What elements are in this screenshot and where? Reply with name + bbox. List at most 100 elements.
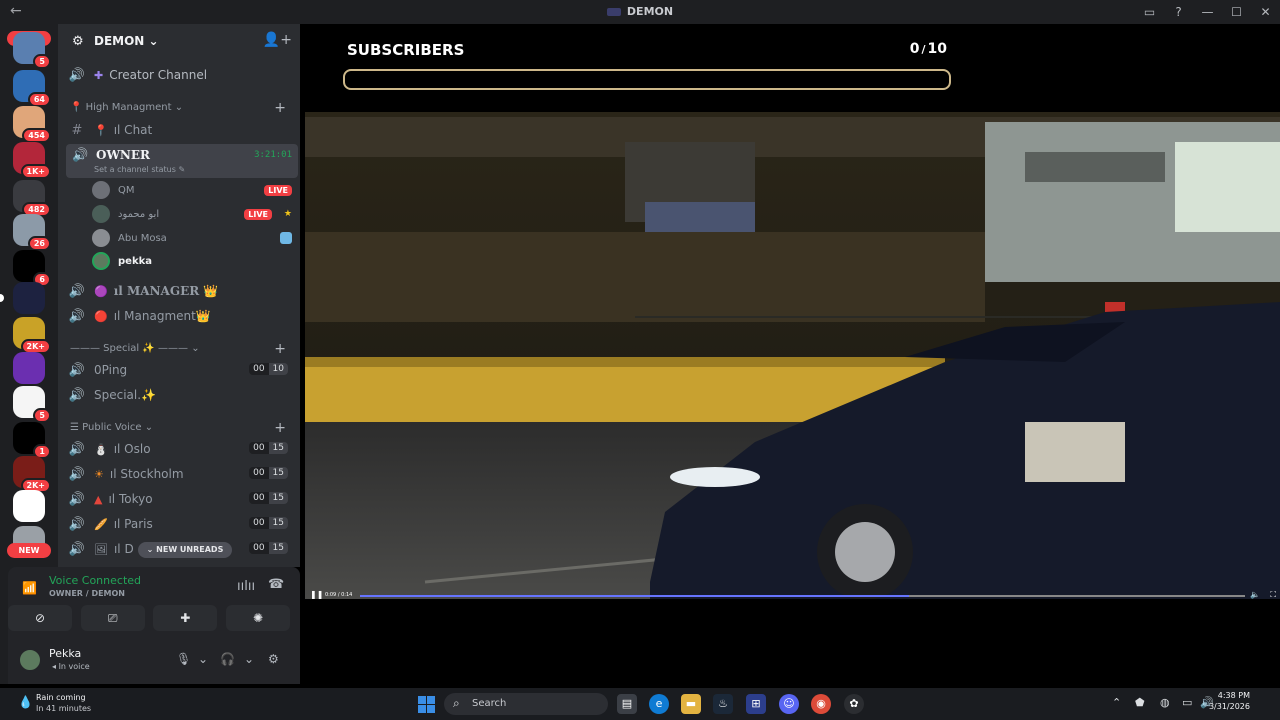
channel-label: 0Ping [94, 363, 128, 377]
channel-oslo[interactable]: 🔊 ⛄ ıl Oslo 00 15 [66, 438, 298, 460]
server-icon[interactable]: 482 [13, 180, 51, 217]
edge-icon[interactable]: e [649, 694, 669, 714]
video-frame[interactable] [305, 112, 1280, 599]
add-channel-icon[interactable]: + [274, 341, 286, 357]
headphones-icon[interactable]: 🎧 [220, 652, 235, 666]
taskbar-clock[interactable]: 4:38 PM 3/31/2026 [1209, 691, 1250, 711]
guild-name[interactable]: DEMON ⌄ [94, 34, 159, 48]
file-explorer-icon[interactable]: ▬ [681, 694, 701, 714]
set-channel-status[interactable]: Set a channel status ✎ [94, 165, 185, 174]
chevron-down-icon[interactable]: ⌄ [244, 652, 254, 666]
server-avatar [13, 282, 45, 314]
minimize-button[interactable]: — [1193, 5, 1222, 19]
server-icon[interactable] [13, 490, 45, 522]
channel-owner-voice[interactable]: 🔊 OWNER Set a channel status ✎ 3:21:01 [66, 144, 298, 178]
voice-user[interactable]: ابو محمود LIVE ★ [92, 203, 292, 225]
start-button[interactable] [418, 696, 435, 713]
new-unreads-button[interactable]: ⌄ NEW UNREADS [138, 542, 232, 558]
server-icon[interactable]: 2K+ [13, 456, 51, 493]
channel-label: OWNER [96, 148, 151, 162]
noise-suppression-icon[interactable]: ıılıı [237, 579, 255, 594]
channel-managment[interactable]: 🔊 🔴 ıl Managment👑 [66, 305, 298, 327]
server-icon[interactable]: 6 [13, 250, 51, 287]
channel-label: ıl D [113, 542, 134, 556]
voice-status-title[interactable]: Voice Connected [49, 574, 141, 587]
category-public-voice[interactable]: ☰ Public Voice ⌄ + [70, 420, 296, 438]
add-channel-icon[interactable]: + [274, 100, 286, 116]
taskbar-search[interactable]: ⌕ Search [444, 693, 608, 715]
discord-icon[interactable]: ☺ [779, 694, 799, 714]
server-icon[interactable]: 1 [13, 422, 51, 459]
user-limit-counter: 00 15 [249, 467, 288, 479]
volume-icon[interactable]: 🔈 [1250, 590, 1260, 599]
voice-user[interactable]: Abu Mosa [92, 227, 292, 249]
voice-user[interactable]: QM LIVE [92, 179, 292, 201]
weather-sub: In 41 minutes [36, 704, 92, 713]
fullscreen-icon[interactable]: ⛶ [1270, 590, 1276, 600]
camera-off-button[interactable]: ⊘ [8, 605, 72, 631]
network-icon[interactable]: ▭ [1182, 696, 1192, 709]
category-special[interactable]: ——— Special ✨ ——— ⌄ + [70, 341, 296, 359]
channel-paris[interactable]: 🔊 🥖 ıl Paris 00 15 [66, 513, 298, 535]
voice-channel-path[interactable]: OWNER / DEMON [49, 589, 125, 598]
new-unreads-bottom-pill[interactable]: NEW [7, 543, 51, 558]
tray-app-icon[interactable]: ◍ [1160, 696, 1170, 709]
activity-icon: ★ [283, 209, 292, 219]
speaker-icon: 🔊 [68, 491, 86, 507]
channel-special[interactable]: 🔊 Special.✨ [66, 384, 298, 406]
category-high-managment[interactable]: 📍 High Managment ⌄ + [70, 100, 296, 118]
channel-chat[interactable]: # 📍 ıl Chat [66, 119, 298, 141]
channel-manager[interactable]: 🔊 🟣 ıl MANAGER 👑 [66, 280, 298, 302]
soundboard-button[interactable]: ✺ [225, 605, 290, 631]
server-icon[interactable]: 5 [13, 386, 51, 423]
channel-label: Special.✨ [94, 388, 156, 402]
server-icon[interactable]: 454 [13, 106, 51, 143]
chevron-up-icon[interactable]: ⌃ [1112, 696, 1121, 709]
stream-view[interactable]: SUBSCRIBERS 0/10 ❚❚ 0:09 / 0:14 🔈 ⛶ [305, 24, 1280, 684]
channel-creator[interactable]: 🔊 ✚ Creator Channel [66, 64, 298, 86]
guild-header[interactable]: ⚙ DEMON ⌄ 👤+ [58, 24, 300, 60]
channel-label: ıl Chat [113, 123, 153, 137]
activities-button[interactable]: ✚ [153, 605, 218, 631]
store-icon[interactable]: ⊞ [746, 694, 766, 714]
server-icon[interactable]: 64 [13, 70, 51, 107]
inbox-icon[interactable]: ▭ [1135, 5, 1164, 19]
server-icon[interactable]: 5 [13, 32, 51, 69]
screen-share-button[interactable]: ⎚ [80, 605, 145, 631]
user-name[interactable]: Pekka [49, 647, 81, 660]
channel-tokyo[interactable]: 🔊 ▲ ıl Tokyo 00 15 [66, 488, 298, 510]
server-icon[interactable]: 1K+ [13, 142, 51, 179]
channel-0ping[interactable]: 🔊 0Ping 00 10 [66, 359, 298, 381]
close-button[interactable]: ✕ [1251, 5, 1280, 19]
tray-app-icon[interactable]: ⬟ [1135, 696, 1145, 709]
server-avatar [13, 490, 45, 522]
mention-badge: 5 [33, 54, 51, 69]
disconnect-icon[interactable]: ☎ [268, 577, 284, 592]
task-view-icon[interactable]: ▤ [617, 694, 637, 714]
gear-icon[interactable]: ⚙ [268, 652, 279, 666]
app-icon[interactable]: ✿ [844, 694, 864, 714]
mention-badge: 1K+ [20, 164, 51, 179]
channel-stockholm[interactable]: 🔊 ☀ ıl Stockholm 00 15 [66, 463, 298, 485]
signal-icon[interactable]: 📶 [22, 581, 37, 595]
add-user-icon[interactable]: 👤+ [263, 32, 292, 48]
speaker-icon: 🔊 [68, 541, 86, 557]
steam-icon[interactable]: ♨ [713, 694, 733, 714]
pause-icon[interactable]: ❚❚ [310, 590, 323, 599]
video-controls: ❚❚ 0:09 / 0:14 🔈 ⛶ [305, 589, 1280, 603]
chrome-icon[interactable]: ◉ [811, 694, 831, 714]
server-icon[interactable] [13, 352, 45, 384]
chevron-down-icon[interactable]: ⌄ [198, 652, 208, 666]
add-channel-icon[interactable]: + [274, 420, 286, 436]
server-icon[interactable]: 26 [13, 214, 51, 251]
help-icon[interactable]: ? [1164, 5, 1193, 19]
avatar[interactable] [18, 648, 42, 672]
voice-user[interactable]: pekka [92, 250, 292, 272]
maximize-button[interactable]: ☐ [1222, 5, 1251, 19]
rain-icon: 💧 [18, 695, 33, 709]
server-icon[interactable] [0, 282, 45, 314]
guild-settings-icon[interactable]: ⚙ [72, 34, 84, 49]
video-seek-bar[interactable] [360, 595, 1245, 597]
server-icon[interactable]: 2K+ [13, 317, 51, 354]
microphone-icon[interactable]: 🎙 [176, 652, 191, 666]
